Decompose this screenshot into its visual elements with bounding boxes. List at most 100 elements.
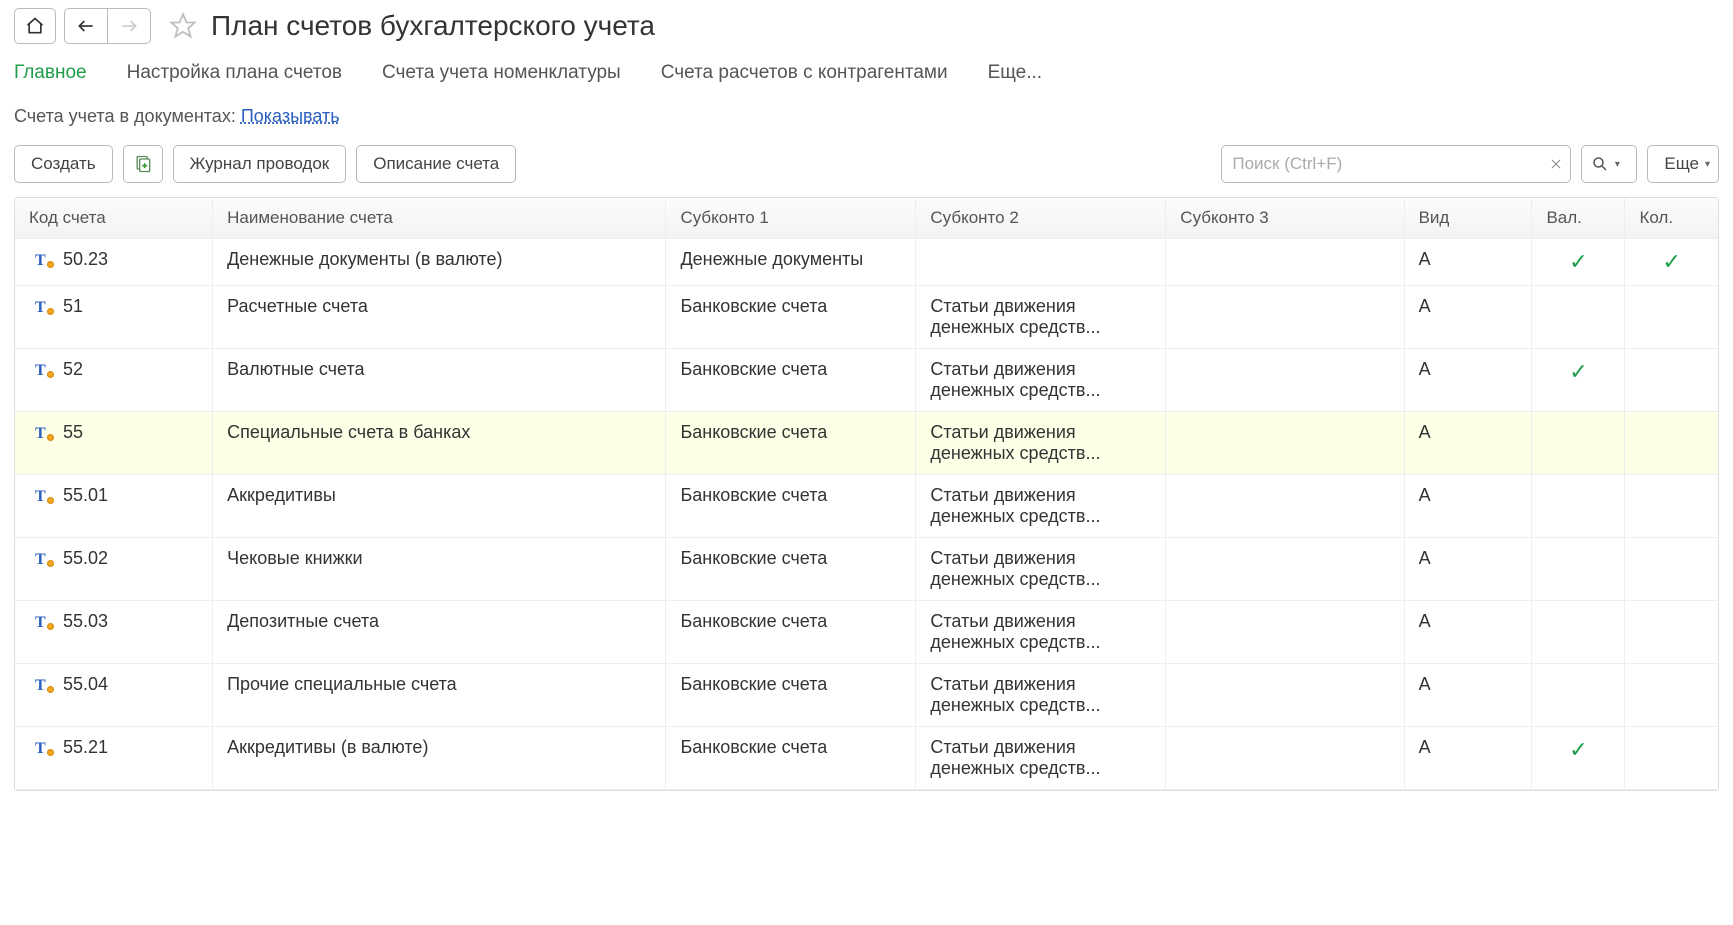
- account-code: 51: [63, 296, 83, 317]
- account-type-icon: T: [35, 296, 51, 312]
- account-type: А: [1419, 249, 1431, 269]
- account-name: Специальные счета в банках: [227, 422, 470, 442]
- col-header-s2[interactable]: Субконто 2: [916, 198, 1166, 239]
- account-type-icon: T: [35, 249, 51, 265]
- doc-accounts-line: Счета учета в документах: Показывать: [14, 106, 1719, 127]
- tabs: Главное Настройка плана счетов Счета уче…: [14, 62, 1719, 84]
- subconto-1: Банковские счета: [680, 674, 827, 694]
- col-header-s3[interactable]: Субконто 3: [1166, 198, 1404, 239]
- doc-accounts-toggle[interactable]: Показывать: [241, 106, 340, 126]
- col-header-qty[interactable]: Кол.: [1625, 198, 1718, 239]
- table-row[interactable]: T 55 Специальные счета в банках Банковские …: [15, 412, 1718, 475]
- col-header-val[interactable]: Вал.: [1532, 198, 1625, 239]
- subconto-2: Статьи движения денежных средств...: [930, 611, 1100, 652]
- account-type: А: [1419, 296, 1431, 316]
- account-type: А: [1419, 611, 1431, 631]
- clear-search-button[interactable]: [1541, 145, 1571, 183]
- check-icon: ✓: [1569, 249, 1587, 274]
- search-icon: [1591, 155, 1609, 173]
- account-code: 55.01: [63, 485, 108, 506]
- favorite-star-icon[interactable]: [169, 12, 197, 40]
- subconto-1: Денежные документы: [680, 249, 863, 269]
- tab-nomencl[interactable]: Счета учета номенклатуры: [382, 62, 621, 84]
- page-title: План счетов бухгалтерского учета: [211, 10, 655, 42]
- table-row[interactable]: T52Валютные счетаБанковские счетаСтатьи …: [15, 349, 1718, 412]
- table-header-row: Код счета Наименование счета Субконто 1 …: [15, 198, 1718, 239]
- account-type-icon: T: [35, 548, 51, 564]
- tab-counterp[interactable]: Счета расчетов с контрагентами: [661, 62, 948, 84]
- account-code: 50.23: [63, 249, 108, 270]
- account-code: 55.21: [63, 737, 108, 758]
- doc-accounts-prefix: Счета учета в документах:: [14, 106, 241, 126]
- col-header-name[interactable]: Наименование счета: [213, 198, 666, 239]
- account-name: Чековые книжки: [227, 548, 362, 568]
- x-icon: [1550, 158, 1562, 170]
- account-type-icon: T: [35, 359, 51, 375]
- account-type-icon: T: [35, 422, 51, 438]
- account-code: 55.04: [63, 674, 108, 695]
- subconto-2: Статьи движения денежных средств...: [930, 422, 1100, 463]
- subconto-2: Статьи движения денежных средств...: [930, 296, 1100, 337]
- back-button[interactable]: [64, 8, 108, 44]
- subconto-2: Статьи движения денежных средств...: [930, 548, 1100, 589]
- subconto-2: Статьи движения денежных средств...: [930, 674, 1100, 715]
- copy-plus-icon: [133, 154, 153, 174]
- subconto-2: Статьи движения денежных средств...: [930, 485, 1100, 526]
- account-type: А: [1419, 485, 1431, 505]
- account-description-button[interactable]: Описание счета: [356, 145, 516, 183]
- account-name: Валютные счета: [227, 359, 364, 379]
- copy-button[interactable]: [123, 145, 163, 183]
- subconto-1: Банковские счета: [680, 611, 827, 631]
- account-code: 55.02: [63, 548, 108, 569]
- account-type-icon: T: [35, 485, 51, 501]
- table-row[interactable]: T50.23Денежные документы (в валюте)Денеж…: [15, 239, 1718, 286]
- table-row[interactable]: T 55.02 Чековые книжки Банковские счета Стат…: [15, 538, 1718, 601]
- search-input[interactable]: [1221, 145, 1541, 183]
- table-row[interactable]: T 55.04 Прочие специальные счета Банковские…: [15, 664, 1718, 727]
- account-name: Прочие специальные счета: [227, 674, 457, 694]
- account-type: А: [1419, 548, 1431, 568]
- account-type: А: [1419, 359, 1431, 379]
- tab-more[interactable]: Еще...: [988, 62, 1043, 84]
- account-type-icon: T: [35, 737, 51, 753]
- tab-settings[interactable]: Настройка плана счетов: [127, 62, 342, 84]
- subconto-2: Статьи движения денежных средств...: [930, 737, 1100, 778]
- chevron-down-icon: ▾: [1615, 159, 1620, 170]
- subconto-2: Статьи движения денежных средств...: [930, 359, 1100, 400]
- account-type: А: [1419, 737, 1431, 757]
- search-options-button[interactable]: ▾: [1581, 145, 1637, 183]
- arrow-right-icon: [118, 16, 140, 36]
- account-type-icon: T: [35, 611, 51, 627]
- account-code: 55.03: [63, 611, 108, 632]
- subconto-1: Банковские счета: [680, 548, 827, 568]
- subconto-1: Банковские счета: [680, 737, 827, 757]
- forward-button[interactable]: [108, 8, 151, 44]
- table-row[interactable]: T55.03Депозитные счетаБанковские счетаСт…: [15, 601, 1718, 664]
- subconto-1: Банковские счета: [680, 485, 827, 505]
- col-header-s1[interactable]: Субконто 1: [666, 198, 916, 239]
- account-name: Аккредитивы: [227, 485, 336, 505]
- col-header-type[interactable]: Вид: [1404, 198, 1532, 239]
- check-icon: ✓: [1663, 249, 1681, 274]
- subconto-1: Банковские счета: [680, 422, 827, 442]
- subconto-1: Банковские счета: [680, 359, 827, 379]
- journal-button[interactable]: Журнал проводок: [173, 145, 347, 183]
- account-type: А: [1419, 422, 1431, 442]
- tab-main[interactable]: Главное: [14, 62, 87, 84]
- more-button-label: Еще: [1664, 154, 1699, 174]
- chevron-down-icon: ▾: [1705, 159, 1710, 170]
- create-button[interactable]: Создать: [14, 145, 113, 183]
- more-button[interactable]: Еще ▾: [1647, 145, 1719, 183]
- table-row[interactable]: T 51 Расчетные счета Банковские счета Статьи…: [15, 286, 1718, 349]
- account-name: Расчетные счета: [227, 296, 368, 316]
- subconto-1: Банковские счета: [680, 296, 827, 316]
- account-code: 55: [63, 422, 83, 443]
- table-row[interactable]: T 55.01 Аккредитивы Банковские счета Статьи …: [15, 475, 1718, 538]
- check-icon: ✓: [1569, 359, 1587, 384]
- home-button[interactable]: [14, 8, 56, 44]
- col-header-code[interactable]: Код счета: [15, 198, 213, 239]
- check-icon: ✓: [1569, 737, 1587, 762]
- account-type-icon: T: [35, 674, 51, 690]
- table-row[interactable]: T55.21Аккредитивы (в валюте)Банковские с…: [15, 727, 1718, 790]
- arrow-left-icon: [75, 16, 97, 36]
